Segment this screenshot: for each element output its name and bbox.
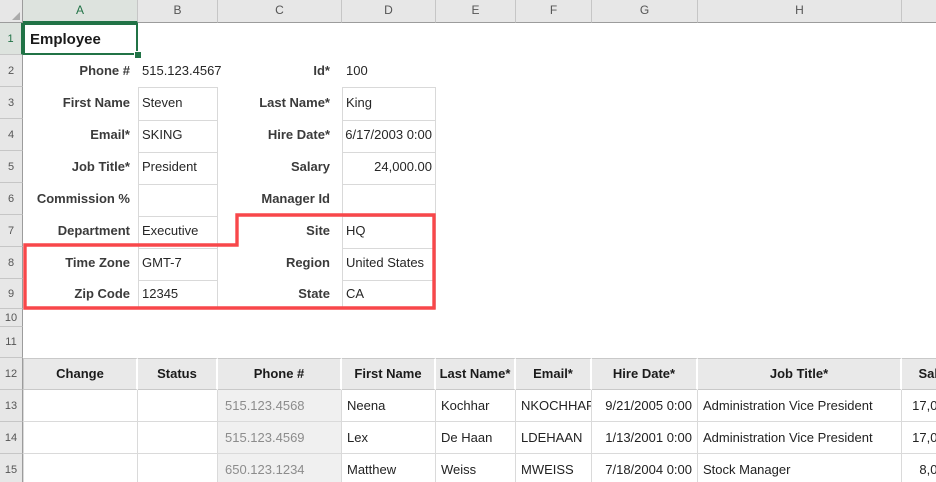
select-all-corner[interactable] bbox=[0, 0, 23, 23]
table-cell[interactable]: De Haan bbox=[436, 422, 516, 454]
table-cell[interactable]: 8,000.00 bbox=[902, 454, 936, 482]
table-header-change[interactable]: Change bbox=[23, 358, 138, 390]
table-cell[interactable]: Stock Manager bbox=[698, 454, 902, 482]
row-header-8[interactable]: 8 bbox=[0, 247, 23, 279]
table-cell[interactable] bbox=[138, 454, 218, 482]
form-value-department[interactable]: Executive bbox=[138, 215, 218, 247]
table-header-hire-date[interactable]: Hire Date* bbox=[592, 358, 698, 390]
form-label-id[interactable]: Id* bbox=[218, 55, 330, 87]
table-cell[interactable]: 650.123.1234 bbox=[218, 454, 342, 482]
spreadsheet: ABCDEFGHI 123456789101112131415 Phone #5… bbox=[0, 0, 936, 482]
form-value-last-name[interactable]: King bbox=[342, 87, 436, 119]
form-label-department[interactable]: Department bbox=[23, 215, 130, 247]
form-label-first-name[interactable]: First Name bbox=[23, 87, 130, 119]
form-label-zip-code[interactable]: Zip Code bbox=[23, 279, 130, 309]
form-value-region[interactable]: United States bbox=[342, 247, 436, 279]
form-label-last-name[interactable]: Last Name* bbox=[218, 87, 330, 119]
table-cell[interactable]: Weiss bbox=[436, 454, 516, 482]
form-value-site[interactable]: HQ bbox=[342, 215, 436, 247]
table-cell[interactable]: MWEISS bbox=[516, 454, 592, 482]
table-header-salary[interactable]: Salary bbox=[902, 358, 936, 390]
row-header-11[interactable]: 11 bbox=[0, 327, 23, 358]
form-value-state[interactable]: CA bbox=[342, 279, 436, 309]
form-value-job-title[interactable]: President bbox=[138, 151, 218, 183]
column-header-G[interactable]: G bbox=[592, 0, 698, 23]
column-header-I[interactable]: I bbox=[902, 0, 936, 23]
form-label-time-zone[interactable]: Time Zone bbox=[23, 247, 130, 279]
row-header-15[interactable]: 15 bbox=[0, 454, 23, 482]
row-header-10[interactable]: 10 bbox=[0, 309, 23, 327]
column-header-E[interactable]: E bbox=[436, 0, 516, 23]
table-cell[interactable]: Lex bbox=[342, 422, 436, 454]
sheet-title: Employee bbox=[30, 31, 101, 48]
title-cell[interactable]: Employee bbox=[23, 23, 138, 55]
table-header-email[interactable]: Email* bbox=[516, 358, 592, 390]
form-label-state[interactable]: State bbox=[218, 279, 330, 309]
column-header-H[interactable]: H bbox=[698, 0, 902, 23]
row-header-14[interactable]: 14 bbox=[0, 422, 23, 454]
form-value-hire-date[interactable]: 6/17/2003 0:00 bbox=[342, 119, 436, 151]
table-header-job-title[interactable]: Job Title* bbox=[698, 358, 902, 390]
row-header-7[interactable]: 7 bbox=[0, 215, 23, 247]
form-value-salary[interactable]: 24,000.00 bbox=[342, 151, 436, 183]
row-header-4[interactable]: 4 bbox=[0, 119, 23, 151]
column-header-A[interactable]: A bbox=[23, 0, 138, 23]
form-label-hire-date[interactable]: Hire Date* bbox=[218, 119, 330, 151]
table-cell[interactable]: LDEHAAN bbox=[516, 422, 592, 454]
row-header-6[interactable]: 6 bbox=[0, 183, 23, 215]
table-cell[interactable] bbox=[23, 422, 138, 454]
row-header-5[interactable]: 5 bbox=[0, 151, 23, 183]
table-cell[interactable]: 1/13/2001 0:00 bbox=[592, 422, 698, 454]
table-cell[interactable]: Neena bbox=[342, 390, 436, 422]
table-cell[interactable] bbox=[138, 390, 218, 422]
table-cell[interactable]: 7/18/2004 0:00 bbox=[592, 454, 698, 482]
form-label-commission[interactable]: Commission % bbox=[23, 183, 130, 215]
column-header-F[interactable]: F bbox=[516, 0, 592, 23]
form-value-manager-id[interactable] bbox=[342, 183, 436, 215]
column-header-B[interactable]: B bbox=[138, 0, 218, 23]
table-cell[interactable]: 515.123.4568 bbox=[218, 390, 342, 422]
row-header-2[interactable]: 2 bbox=[0, 55, 23, 87]
form-value-email[interactable]: SKING bbox=[138, 119, 218, 151]
row-header-13[interactable]: 13 bbox=[0, 390, 23, 422]
table-cell[interactable]: 17,000.00 bbox=[902, 422, 936, 454]
column-header-C[interactable]: C bbox=[218, 0, 342, 23]
form-value-first-name[interactable]: Steven bbox=[138, 87, 218, 119]
form-value-id[interactable]: 100 bbox=[342, 55, 436, 87]
table-cell[interactable] bbox=[23, 390, 138, 422]
row-header-1[interactable]: 1 bbox=[0, 23, 23, 55]
form-label-email[interactable]: Email* bbox=[23, 119, 130, 151]
table-cell[interactable]: Administration Vice President bbox=[698, 390, 902, 422]
select-all-triangle-icon bbox=[12, 12, 20, 20]
form-label-salary[interactable]: Salary bbox=[218, 151, 330, 183]
form-value-time-zone[interactable]: GMT-7 bbox=[138, 247, 218, 279]
form-label-phone[interactable]: Phone # bbox=[23, 55, 130, 87]
table-cell[interactable]: 17,000.00 bbox=[902, 390, 936, 422]
form-value-phone[interactable]: 515.123.4567 bbox=[138, 55, 218, 87]
row-header-9[interactable]: 9 bbox=[0, 279, 23, 309]
table-cell[interactable]: Matthew bbox=[342, 454, 436, 482]
form-label-job-title[interactable]: Job Title* bbox=[23, 151, 130, 183]
fill-handle[interactable] bbox=[134, 51, 142, 59]
table-header-phone[interactable]: Phone # bbox=[218, 358, 342, 390]
form-value-zip-code[interactable]: 12345 bbox=[138, 279, 218, 309]
table-header-last-name[interactable]: Last Name* bbox=[436, 358, 516, 390]
form-value-commission[interactable] bbox=[138, 183, 218, 215]
form-label-region[interactable]: Region bbox=[218, 247, 330, 279]
column-header-D[interactable]: D bbox=[342, 0, 436, 23]
form-label-site[interactable]: Site bbox=[218, 215, 330, 247]
table-cell[interactable] bbox=[23, 454, 138, 482]
form-label-manager-id[interactable]: Manager Id bbox=[218, 183, 330, 215]
row-header-3[interactable]: 3 bbox=[0, 87, 23, 119]
table-cell[interactable]: Administration Vice President bbox=[698, 422, 902, 454]
table-header-first-name[interactable]: First Name bbox=[342, 358, 436, 390]
table-cell[interactable]: NKOCHHAR bbox=[516, 390, 592, 422]
table-cell[interactable]: Kochhar bbox=[436, 390, 516, 422]
table-cell[interactable]: 9/21/2005 0:00 bbox=[592, 390, 698, 422]
table-cell[interactable] bbox=[138, 422, 218, 454]
row-header-12[interactable]: 12 bbox=[0, 358, 23, 390]
table-cell[interactable]: 515.123.4569 bbox=[218, 422, 342, 454]
table-header-status[interactable]: Status bbox=[138, 358, 218, 390]
